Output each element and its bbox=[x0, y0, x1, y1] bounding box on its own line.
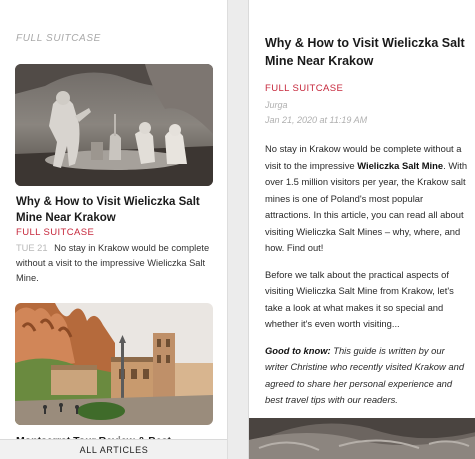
all-articles-label[interactable]: ALL ARTICLES bbox=[80, 445, 149, 455]
article-title[interactable]: Why & How to Visit Wieliczka Salt Mine N… bbox=[16, 194, 216, 226]
article-body: No stay in Krakow would be complete with… bbox=[265, 141, 470, 419]
article-excerpt: TUE 21 No stay in Krakow would be comple… bbox=[16, 241, 221, 286]
article-list-panel: FULL SUITCASE Why & How to Visit Wielicz… bbox=[0, 0, 228, 459]
article-date: TUE 21 bbox=[16, 243, 48, 253]
reader-app: FULL SUITCASE Why & How to Visit Wielicz… bbox=[0, 0, 475, 459]
montserrat-image[interactable] bbox=[15, 303, 213, 425]
article-date: Jan 21, 2020 at 11:19 AM bbox=[265, 115, 368, 125]
montserrat-photo bbox=[15, 303, 213, 425]
article-detail-panel: Why & How to Visit Wieliczka Salt Mine N… bbox=[248, 0, 475, 459]
salt-mine-image[interactable] bbox=[15, 64, 213, 186]
article-detail-source[interactable]: FULL SUITCASE bbox=[265, 83, 343, 94]
article-source: FULL SUITCASE bbox=[16, 227, 95, 238]
article-paragraph: No stay in Krakow would be complete with… bbox=[265, 143, 468, 253]
salt-mine-detail-photo bbox=[249, 418, 475, 459]
article-detail-title: Why & How to Visit Wieliczka Salt Mine N… bbox=[265, 36, 465, 68]
article-paragraph: Good to know: This guide is written by o… bbox=[265, 344, 465, 406]
article-author: Jurga bbox=[265, 100, 288, 110]
article-paragraph: Before we talk about the practical aspec… bbox=[265, 268, 454, 330]
salt-mine-photo bbox=[15, 64, 213, 186]
feed-source-label: FULL SUITCASE bbox=[16, 33, 101, 44]
article-hero-image bbox=[249, 418, 475, 459]
all-articles-bar[interactable]: ALL ARTICLES bbox=[0, 439, 227, 459]
